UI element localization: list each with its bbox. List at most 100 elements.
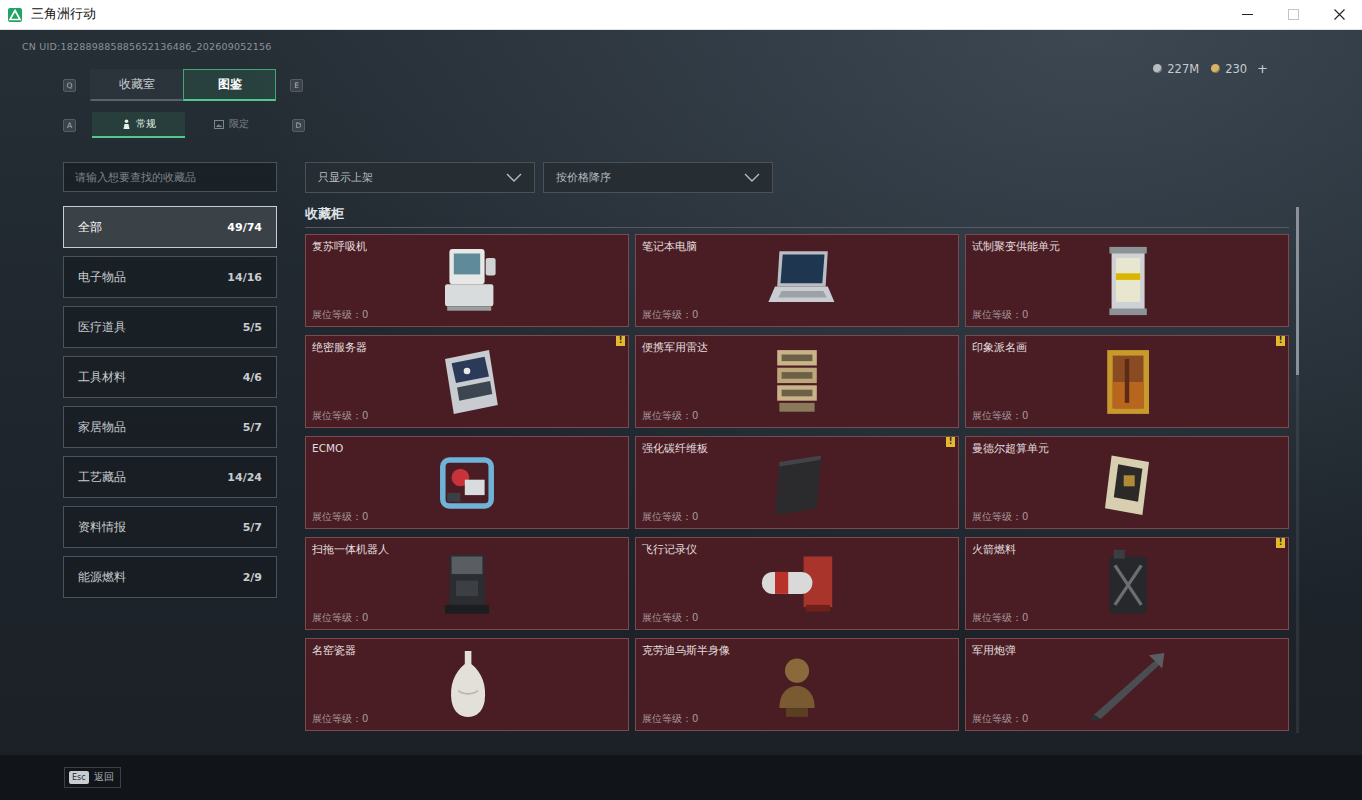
maximize-button[interactable]	[1270, 0, 1316, 29]
card-viewport: 复苏呼吸机展位等级：0笔记本电脑展位等级：0试制聚变供能单元展位等级：0 绝密服务…	[305, 234, 1289, 733]
collection-card[interactable]: 印象派名画展位等级：0!	[965, 335, 1289, 428]
card-level: 展位等级：0	[642, 409, 742, 423]
currency-item: 230	[1211, 62, 1247, 76]
sidebar-item[interactable]: 能源燃料2/9	[63, 556, 277, 598]
chevron-down-icon	[506, 173, 522, 182]
card-grid: 复苏呼吸机展位等级：0笔记本电脑展位等级：0试制聚变供能单元展位等级：0 绝密服务…	[305, 234, 1289, 731]
sidebar-item[interactable]: 资料情报5/7	[63, 506, 277, 548]
main-tab[interactable]: 收藏室	[90, 69, 183, 101]
fuel-can-icon	[1072, 545, 1182, 623]
cabinet-panel: 只显示上架按价格降序收藏柜复苏呼吸机展位等级：0笔记本电脑展位等级：0试制聚变供…	[305, 162, 1299, 733]
figure-icon	[122, 119, 131, 129]
cabinet-content: 只显示上架按价格降序收藏柜复苏呼吸机展位等级：0笔记本电脑展位等级：0试制聚变供…	[305, 162, 1289, 733]
collection-card[interactable]: 火箭燃料展位等级：0!	[965, 537, 1289, 630]
collection-card[interactable]: ECMO展位等级：0	[305, 436, 629, 529]
uid-row: CN UID:182889885885652136486_20260905215…	[0, 30, 1362, 56]
sub-tab[interactable]: 常规	[92, 112, 185, 138]
card-level: 展位等级：0	[312, 712, 412, 726]
robot-vacuum-icon	[412, 545, 522, 623]
key-hint: E	[290, 79, 303, 92]
close-button[interactable]	[1316, 0, 1362, 29]
painting-icon	[1072, 343, 1182, 421]
category-list: 全部 49/74 电子物品14/16 医疗道具5/5 工具材料4/6 家居物品5/7 工艺藏…	[63, 206, 277, 598]
collection-card[interactable]: 名窑瓷器展位等级：0	[305, 638, 629, 731]
radar-icon	[742, 343, 852, 421]
maximize-icon	[1288, 9, 1299, 20]
key-hint: Q	[63, 79, 76, 92]
collection-card[interactable]: 飞行记录仪展位等级：0	[635, 537, 959, 630]
game-window: 三角洲行动CN UID:182889885885652136486_202609…	[0, 0, 1362, 800]
collection-card[interactable]: 军用炮弹展位等级：0	[965, 638, 1289, 731]
minimize-icon	[1242, 9, 1253, 20]
compute-unit-icon	[1072, 444, 1182, 522]
category-panel: 全部 49/74 电子物品14/16 医疗道具5/5 工具材料4/6 家居物品5/7 工艺藏…	[63, 162, 277, 733]
category-label: 全部	[78, 220, 102, 235]
sidebar-item[interactable]: 工艺藏品14/24	[63, 456, 277, 498]
flight-recorder-icon	[742, 545, 852, 623]
key-hint: A	[63, 119, 76, 132]
collection-card[interactable]: 绝密服务器展位等级：0!	[305, 335, 629, 428]
sidebar-item[interactable]: 全部 49/74	[63, 206, 277, 248]
collection-card[interactable]: 强化碳纤维板展位等级：0!	[635, 436, 959, 529]
chevron-down-icon	[744, 173, 760, 182]
category-label: 家居物品	[78, 420, 126, 435]
card-level: 展位等级：0	[312, 510, 412, 524]
sidebar-item[interactable]: 电子物品14/16	[63, 256, 277, 298]
fusion-cell-icon	[1072, 242, 1182, 320]
card-name: 扫拖一体机器人	[312, 543, 412, 556]
key-hint: D	[292, 119, 305, 132]
search-input[interactable]	[63, 162, 277, 192]
card-level: 展位等级：0	[972, 712, 1072, 726]
main-tab[interactable]: 图鉴	[183, 69, 276, 101]
collection-card[interactable]: 曼德尔超算单元展位等级：0	[965, 436, 1289, 529]
card-name: 绝密服务器	[312, 341, 412, 354]
dropdown-value: 按价格降序	[556, 170, 611, 185]
card-level: 展位等级：0	[642, 712, 742, 726]
coin-icon	[1153, 64, 1162, 73]
category-count: 14/24	[227, 471, 262, 484]
artillery-shell-icon	[1072, 646, 1182, 724]
collection-card[interactable]: 复苏呼吸机展位等级：0	[305, 234, 629, 327]
sub-tabs: 常规限定	[92, 112, 278, 138]
collection-card[interactable]: 笔记本电脑展位等级：0	[635, 234, 959, 327]
sidebar-item[interactable]: 医疗道具5/5	[63, 306, 277, 348]
alert-badge: !	[616, 336, 625, 346]
ecmo-icon	[412, 444, 522, 522]
scroll-thumb[interactable]	[1296, 207, 1299, 375]
currency-amount: 230	[1225, 62, 1247, 76]
card-name: 名窑瓷器	[312, 644, 412, 657]
tabs-row: Q收藏室图鉴E227M230+	[0, 68, 1362, 102]
filter-row: 只显示上架 按价格降序	[305, 162, 1289, 193]
collection-card[interactable]: 试制聚变供能单元展位等级：0	[965, 234, 1289, 327]
sub-tab[interactable]: 限定	[185, 112, 278, 138]
alert-badge: !	[1276, 538, 1285, 548]
minimize-button[interactable]	[1224, 0, 1270, 29]
porcelain-vase-icon	[412, 646, 522, 724]
picture-icon	[214, 120, 224, 129]
collection-card[interactable]: 便携军用雷达展位等级：0	[635, 335, 959, 428]
card-name: 克劳迪乌斯半身像	[642, 644, 742, 657]
bust-icon	[742, 646, 852, 724]
coin-icon	[1211, 64, 1220, 73]
filter-dropdown[interactable]: 只显示上架	[305, 162, 535, 193]
collection-card[interactable]: 扫拖一体机器人展位等级：0	[305, 537, 629, 630]
card-level: 展位等级：0	[642, 308, 742, 322]
sidebar-item[interactable]: 家居物品5/7	[63, 406, 277, 448]
filter-dropdown[interactable]: 按价格降序	[543, 162, 773, 193]
card-level: 展位等级：0	[972, 409, 1072, 423]
scrollbar[interactable]	[1296, 207, 1299, 733]
collection-card[interactable]: 克劳迪乌斯半身像展位等级：0	[635, 638, 959, 731]
category-label: 医疗道具	[78, 320, 126, 335]
laptop-icon	[742, 242, 852, 320]
card-level: 展位等级：0	[972, 308, 1072, 322]
add-currency-button[interactable]: +	[1255, 61, 1270, 76]
close-icon	[1334, 9, 1345, 20]
subtabs-row: A 常规限定 D	[0, 112, 1362, 138]
currency-amount: 227M	[1167, 62, 1199, 76]
category-label: 能源燃料	[78, 570, 126, 585]
category-count: 49/74	[227, 221, 262, 234]
category-label: 电子物品	[78, 270, 126, 285]
back-button[interactable]: Esc返回	[64, 767, 121, 788]
sidebar-item[interactable]: 工具材料4/6	[63, 356, 277, 398]
delta-logo-icon	[8, 8, 22, 22]
